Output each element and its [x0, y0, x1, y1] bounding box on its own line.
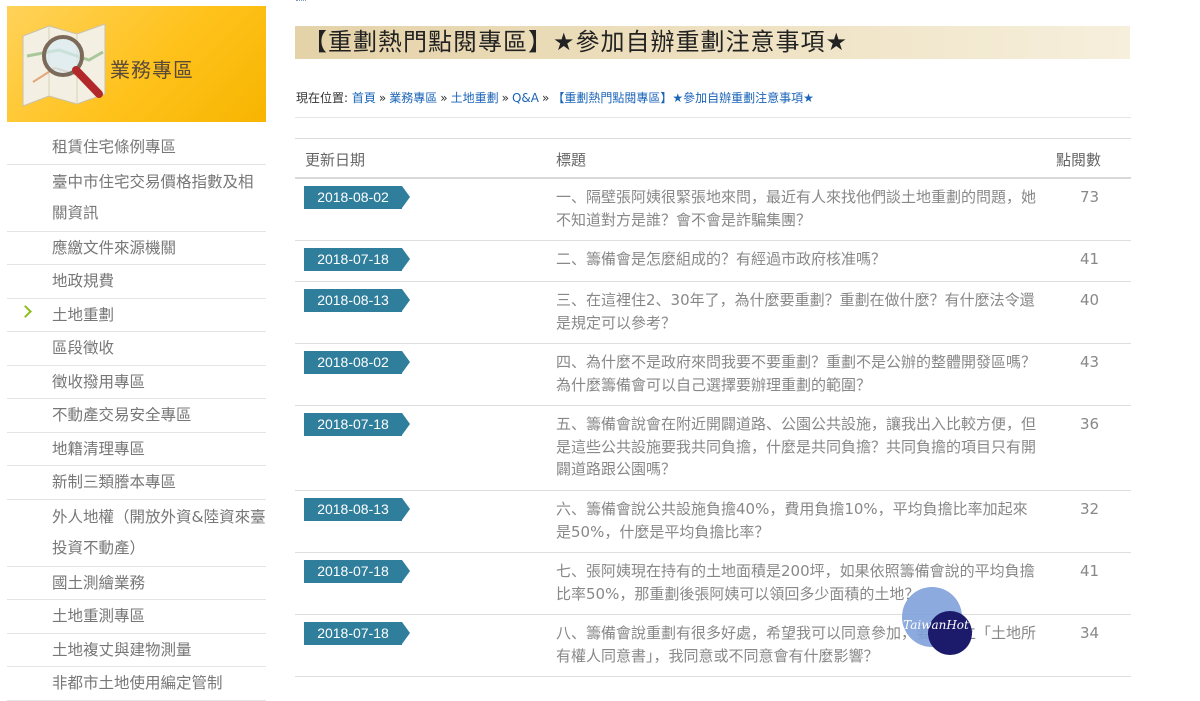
table-row: 2018-07-18 八、籌備會說重劃有很多好處，希望我可以同意參加，要我簽立「土…: [295, 615, 1131, 677]
date-badge: 2018-08-13: [304, 289, 410, 312]
sidebar-item[interactable]: 土地複丈與建物測量: [7, 634, 266, 667]
sidebar-item-label: 非都市土地使用編定管制: [52, 674, 223, 692]
table-row: 2018-08-13 六、籌備會說公共設施負擔40%，費用負擔10%，平均負擔比率…: [295, 491, 1131, 553]
sidebar-item-label: 區段徵收: [52, 339, 115, 357]
table-row: 2018-07-18 五、籌備會說會在附近開闢道路、公園公共設施，讓我出入比較方便…: [295, 406, 1131, 491]
sidebar-item-label: 土地重劃: [52, 305, 115, 324]
sidebar-item-label: 土地重測專區: [52, 607, 146, 625]
table-row: 2018-08-02 一、隔壁張阿姨很緊張地來問，最近有人來找他們談土地重劃的問題…: [295, 179, 1131, 241]
sidebar-item[interactable]: 臺中市住宅交易價格指數及相關資訊: [7, 165, 266, 232]
table-row: 2018-07-18 二、籌備會是怎麼組成的？有經過市政府核准嗎？ 41: [295, 241, 1131, 282]
view-count: 40: [1080, 291, 1100, 309]
breadcrumb-separator: »: [440, 91, 448, 105]
date-badge: 2018-08-02: [304, 186, 410, 209]
sidebar-item-label: 地政規費: [52, 272, 115, 290]
sidebar-item[interactable]: 非都市土地使用編定管制: [7, 667, 266, 701]
sidebar-item-label: 應繳文件來源機關: [52, 238, 177, 257]
sidebar-item-label: 租賃住宅條例專區: [52, 138, 177, 156]
sidebar-item[interactable]: 土地重測專區: [7, 600, 266, 634]
table-body: 2018-08-02 一、隔壁張阿姨很緊張地來問，最近有人來找他們談土地重劃的問題…: [295, 179, 1131, 677]
breadcrumb-link[interactable]: 【重劃熱門點閱專區】★參加自辦重劃注意事項★: [552, 91, 814, 105]
sidebar-item[interactable]: 不動產交易安全專區: [7, 399, 266, 433]
sidebar-item-label: 臺中市住宅交易價格指數及相關資訊: [52, 172, 254, 222]
map-magnifier-icon: [22, 23, 106, 107]
article-title-link[interactable]: 一、隔壁張阿姨很緊張地來問，最近有人來找他們談土地重劃的問題，她不知道對方是誰？…: [556, 186, 1041, 231]
article-title-link[interactable]: 二、籌備會是怎麼組成的？有經過市政府核准嗎？: [556, 248, 1041, 271]
breadcrumb: 現在位置: 首頁» 業務專區» 土地重劃» Q&A» 【重劃熱門點閱專區】★參加自辦重劃…: [296, 89, 814, 106]
sidebar-item-label: 國土測繪業務: [52, 573, 146, 592]
sidebar-item[interactable]: 外人地權（開放外資&陸資來臺投資不動產）: [7, 500, 266, 567]
view-count: 36: [1080, 415, 1100, 433]
table-header: 更新日期 標題 點閱數: [295, 138, 1131, 179]
sidebar-item-label: 外人地權（開放外資&陸資來臺投資不動產）: [52, 507, 266, 557]
date-badge: 2018-07-18: [304, 248, 410, 271]
article-title-link[interactable]: 三、在這裡住2、30年了，為什麼要重劃？重劃在做什麼？有什麼法令還是規定可以參考…: [556, 289, 1041, 334]
view-count: 73: [1080, 188, 1100, 206]
view-count: 34: [1080, 624, 1100, 642]
article-title-link[interactable]: 四、為什麼不是政府來問我要不要重劃？重劃不是公辦的整體開發區嗎？為什麼籌備會可以…: [556, 351, 1041, 396]
view-count: 43: [1080, 353, 1100, 371]
article-title-link[interactable]: 六、籌備會說公共設施負擔40%，費用負擔10%，平均負擔比率加起來是50%，什麼…: [556, 498, 1041, 543]
breadcrumb-prefix: 現在位置:: [296, 91, 349, 105]
sidebar-item[interactable]: 國土測繪業務: [7, 567, 266, 600]
header-views: 點閱數: [1056, 151, 1102, 169]
table-row: 2018-07-18 七、張阿姨現在持有的土地面積是200坪，如果依照籌備會說的平…: [295, 553, 1131, 615]
view-count: 32: [1080, 500, 1100, 518]
breadcrumb-separator: »: [501, 91, 509, 105]
article-title-link[interactable]: 八、籌備會說重劃有很多好處，希望我可以同意參加，要我簽立「土地所有權人同意書」，…: [556, 622, 1041, 667]
divider: [295, 117, 1131, 118]
date-badge: 2018-07-18: [304, 622, 410, 645]
sidebar-item-label: 新制三類謄本專區: [52, 473, 177, 491]
date-badge: 2018-07-18: [304, 413, 410, 436]
banner-title: 業務專區: [110, 58, 194, 82]
sidebar-item-label: 地籍清理專區: [52, 439, 146, 458]
sidebar-item-label: 徵收撥用專區: [52, 372, 146, 391]
sidebar-item[interactable]: 區段徵收: [7, 332, 266, 366]
sidebar-item[interactable]: 土地重劃: [7, 299, 266, 332]
sidebar-item-label: 不動產交易安全專區: [52, 406, 192, 424]
breadcrumb-link[interactable]: 首頁: [352, 91, 376, 105]
sidebar-item[interactable]: 徵收撥用專區: [7, 366, 266, 399]
chevron-right-icon: [19, 304, 32, 318]
page-title: 【重劃熱門點閱專區】★參加自辦重劃注意事項★: [295, 26, 1130, 59]
article-title-link[interactable]: 七、張阿姨現在持有的土地面積是200坪，如果依照籌備會說的平均負擔比率50%，那…: [556, 560, 1041, 605]
sidebar-item[interactable]: 新制三類謄本專區: [7, 466, 266, 500]
breadcrumb-separator: »: [541, 91, 550, 105]
date-badge: 2018-08-02: [304, 351, 410, 374]
article-table: 更新日期 標題 點閱數 2018-08-02 一、隔壁張阿姨很緊張地來問，最近有人…: [295, 138, 1131, 677]
date-badge: 2018-07-18: [304, 560, 410, 583]
table-row: 2018-08-02 四、為什麼不是政府來問我要不要重劃？重劃不是公辦的整體開發區…: [295, 344, 1131, 406]
breadcrumb-link[interactable]: Q&A: [512, 91, 539, 105]
breadcrumb-separator: »: [378, 91, 387, 105]
sidebar-item[interactable]: 租賃住宅條例專區: [7, 131, 266, 165]
sidebar-item-label: 土地複丈與建物測量: [52, 640, 192, 659]
view-count: 41: [1080, 250, 1100, 268]
sidebar-item[interactable]: 地籍清理專區: [7, 433, 266, 466]
sidebar-banner: 業務專區: [7, 6, 266, 122]
date-badge: 2018-08-13: [304, 498, 410, 521]
top-divider: [296, 0, 306, 5]
article-title-link[interactable]: 五、籌備會說會在附近開闢道路、公園公共設施，讓我出入比較方便，但是這些公共設施要…: [556, 413, 1041, 481]
breadcrumb-link[interactable]: 業務專區: [389, 91, 437, 105]
sidebar-item[interactable]: 應繳文件來源機關: [7, 232, 266, 265]
breadcrumb-link[interactable]: 土地重劃: [451, 91, 499, 105]
sidebar: 業務專區 租賃住宅條例專區臺中市住宅交易價格指數及相關資訊應繳文件來源機關 地政規…: [7, 0, 266, 701]
header-title: 標題: [556, 151, 587, 169]
sidebar-item[interactable]: 地政規費: [7, 265, 266, 299]
sidebar-menu: 租賃住宅條例專區臺中市住宅交易價格指數及相關資訊應繳文件來源機關 地政規費土地重劃…: [7, 131, 266, 701]
header-date: 更新日期: [305, 151, 366, 169]
table-row: 2018-08-13 三、在這裡住2、30年了，為什麼要重劃？重劃在做什麼？有什麼…: [295, 282, 1131, 344]
view-count: 41: [1080, 562, 1100, 580]
